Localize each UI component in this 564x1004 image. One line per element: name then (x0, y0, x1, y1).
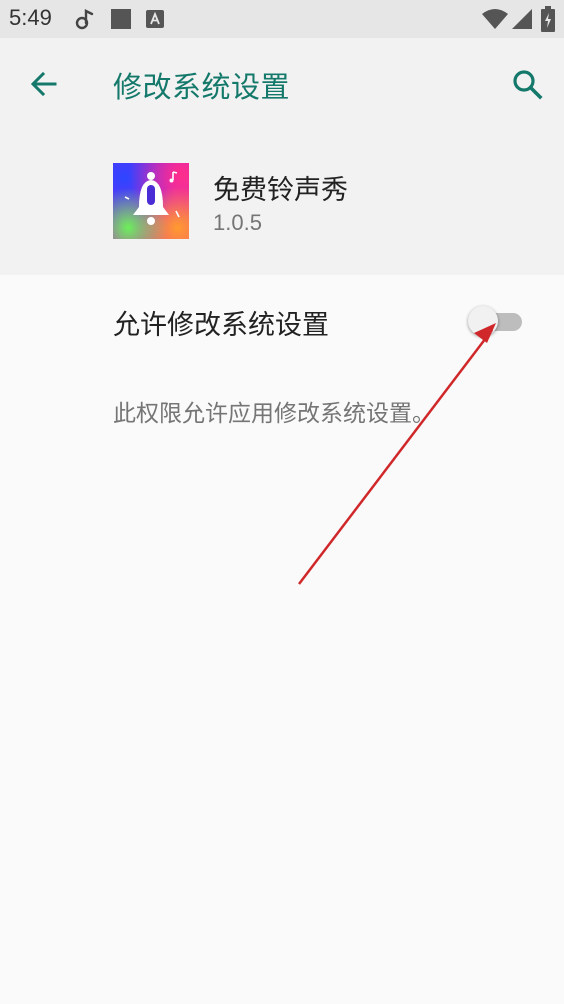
toggle-thumb (468, 306, 498, 336)
status-time: 5:49 (9, 5, 52, 30)
app-version: 1.0.5 (213, 210, 262, 235)
allow-modify-settings-toggle[interactable] (466, 305, 524, 337)
setting-label: 允许修改系统设置 (113, 310, 329, 341)
app-icon (113, 163, 189, 239)
search-icon (513, 70, 543, 100)
signal-icon (512, 9, 532, 29)
wifi-icon (482, 9, 508, 29)
setting-description: 此权限允许应用修改系统设置。 (113, 401, 435, 427)
app-name: 免费铃声秀 (213, 175, 348, 206)
search-button[interactable] (505, 62, 549, 106)
square-notification-icon (111, 9, 131, 29)
allow-modify-settings-row[interactable]: 允许修改系统设置 (0, 275, 564, 367)
battery-icon (541, 6, 555, 32)
back-button[interactable] (22, 62, 66, 106)
back-arrow-icon (30, 71, 57, 97)
bell-app-icon (124, 171, 180, 225)
text-notification-icon (146, 10, 164, 28)
annotation-arrow-line (298, 329, 493, 585)
app-header: 修改系统设置 免费铃声秀 1.0.5 (0, 38, 564, 275)
music-note-icon (75, 9, 94, 30)
status-bar: 5:49 (0, 0, 564, 38)
page-title: 修改系统设置 (113, 70, 291, 104)
